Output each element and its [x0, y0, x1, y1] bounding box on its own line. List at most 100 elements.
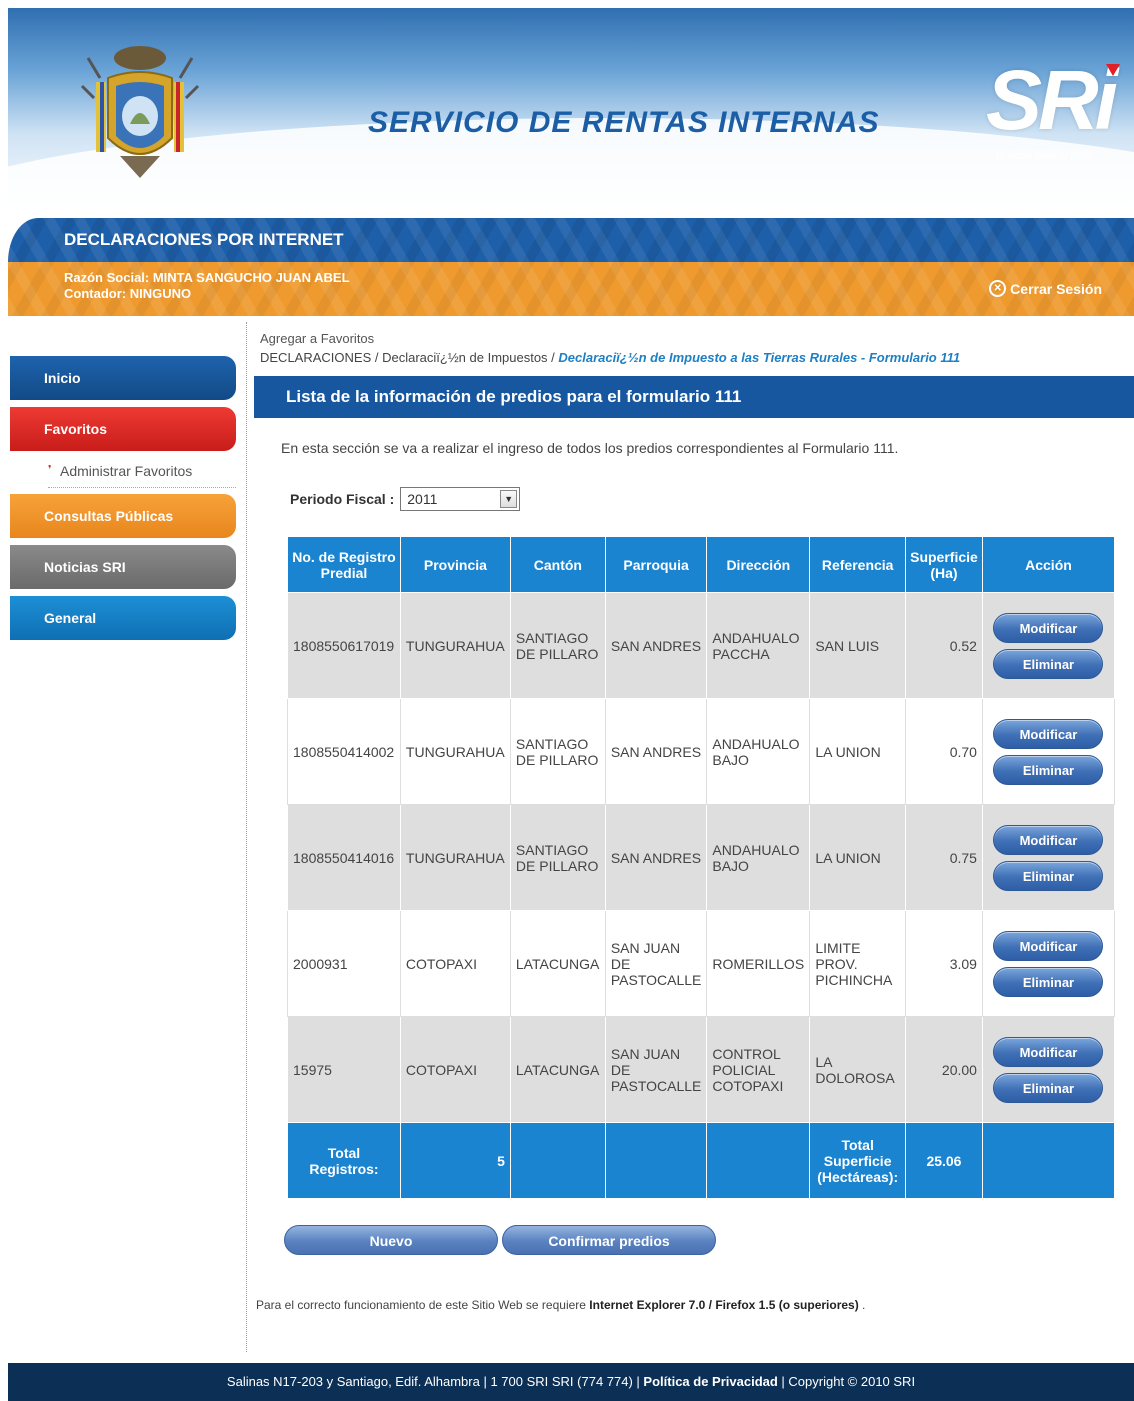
cell-parroquia: SAN JUAN DE PASTOCALLE [604, 910, 708, 1017]
total-superficie-value: 25.06 [904, 1122, 983, 1199]
footer-address: Salinas N17-203 y Santiago, Edif. Alhamb… [226, 1374, 644, 1389]
contador: Contador: NINGUNO [64, 286, 192, 301]
col-header-referencia: Referencia [809, 536, 906, 593]
col-header-provincia: Provincia [399, 536, 511, 593]
cell-registro: 1808550414016 [287, 804, 401, 911]
cell-accion: Modificar Eliminar [981, 910, 1116, 1017]
coat-of-arms-icon [80, 46, 200, 178]
sidebar-item-inicio[interactable]: Inicio [10, 356, 236, 400]
form-actions: Nuevo Confirmar predios [284, 1225, 716, 1255]
add-to-favorites-link[interactable]: Agregar a Favoritos [260, 331, 374, 346]
logout-button[interactable]: ✕ Cerrar Sesión [989, 280, 1102, 297]
cell-referencia: LA UNION [809, 698, 906, 805]
cell-provincia: COTOPAXI [399, 910, 511, 1017]
sidebar-item-label: General [44, 610, 97, 626]
breadcrumb-current: Declaraciï¿½n de Impuesto a las Tierras … [558, 350, 961, 365]
sidebar-item-noticias[interactable]: Noticias SRI [10, 545, 236, 589]
section-intro: En esta sección se va a realizar el ingr… [281, 440, 899, 456]
col-header-parroquia: Parroquia [604, 536, 708, 593]
predios-table: No. de Registro Predial Provincia Cantón… [287, 536, 1116, 1199]
chevron-down-icon[interactable]: ▼ [500, 490, 518, 508]
logout-label: Cerrar Sesión [1010, 280, 1102, 297]
table-row: 15975 COTOPAXI LATACUNGA SAN JUAN DE PAS… [287, 1016, 1116, 1123]
cell-direccion: ANDAHUALO BAJO [706, 698, 811, 805]
confirm-predios-button[interactable]: Confirmar predios [502, 1225, 716, 1255]
period-select[interactable]: 2011 ▼ [400, 487, 521, 511]
sidebar-item-general[interactable]: General [10, 596, 236, 640]
sri-logo-tagline: te hace bien al país [996, 150, 1092, 162]
empty-cell [604, 1122, 708, 1199]
empty-cell [981, 1122, 1116, 1199]
breadcrumb-root[interactable]: DECLARACIONES [260, 350, 371, 365]
privacy-link[interactable]: Política de Privacidad [643, 1374, 777, 1389]
sidebar-item-favoritos[interactable]: Favoritos [10, 407, 236, 451]
sri-logo[interactable]: SRi te hace bien al país [976, 52, 1120, 172]
total-registros-label: Total Registros: [287, 1122, 401, 1199]
cell-superficie: 20.00 [904, 1016, 983, 1123]
cell-referencia: SAN LUIS [809, 592, 906, 699]
razon-social: Razón Social: MINTA SANGUCHO JUAN ABEL [64, 270, 350, 285]
table-header-row: No. de Registro Predial Provincia Cantón… [287, 536, 1116, 593]
note-text: Para el correcto funcionamiento de este … [256, 1298, 590, 1312]
sidebar-item-label: Administrar Favoritos [60, 462, 193, 479]
cell-accion: Modificar Eliminar [981, 1016, 1116, 1123]
user-info-band: Razón Social: MINTA SANGUCHO JUAN ABEL C… [8, 262, 1134, 316]
breadcrumb-level2[interactable]: Declaraciï¿½n de Impuestos [382, 350, 547, 365]
sidebar-item-consultas-publicas[interactable]: Consultas Públicas [10, 494, 236, 538]
cell-direccion: ANDAHUALO PACCHA [706, 592, 811, 699]
cell-canton: LATACUNGA [509, 910, 606, 1017]
cell-registro: 1808550617019 [287, 592, 401, 699]
modify-button[interactable]: Modificar [993, 824, 1104, 855]
period-label: Periodo Fiscal : [290, 491, 395, 507]
cell-direccion: ROMERILLOS [706, 910, 811, 1017]
empty-cell [509, 1122, 606, 1199]
breadcrumb: DECLARACIONES / Declaraciï¿½n de Impuest… [260, 350, 960, 365]
cell-provincia: TUNGURAHUA [399, 804, 511, 911]
cell-canton: LATACUNGA [509, 1016, 606, 1123]
table-row: 2000931 COTOPAXI LATACUNGA SAN JUAN DE P… [287, 910, 1116, 1017]
cell-registro: 15975 [287, 1016, 401, 1123]
total-registros-value: 5 [399, 1122, 511, 1199]
col-header-direccion: Dirección [706, 536, 811, 593]
sidebar-item-label: Noticias SRI [44, 559, 126, 575]
cell-parroquia: SAN ANDRES [604, 698, 708, 805]
cell-parroquia: SAN JUAN DE PASTOCALLE [604, 1016, 708, 1123]
delete-button[interactable]: Eliminar [993, 648, 1104, 679]
modify-button[interactable]: Modificar [993, 930, 1104, 961]
band-title: DECLARACIONES POR INTERNET [64, 230, 344, 249]
sidebar-menu: Inicio Favoritos ❜ Administrar Favoritos… [10, 356, 236, 647]
logo-accent-icon [1106, 64, 1120, 76]
table-row: 1808550617019 TUNGURAHUA SANTIAGO DE PIL… [287, 592, 1116, 699]
cell-referencia: LA DOLOROSA [809, 1016, 906, 1123]
delete-button[interactable]: Eliminar [993, 1072, 1104, 1103]
note-end: . [858, 1298, 866, 1312]
sidebar-item-label: Inicio [44, 370, 81, 386]
modify-button[interactable]: Modificar [993, 1036, 1104, 1067]
cell-registro: 1808550414002 [287, 698, 401, 805]
table-total-row: Total Registros: 5 Total Superficie (Hec… [287, 1122, 1116, 1199]
cell-direccion: CONTROL POLICIAL COTOPAXI [706, 1016, 811, 1123]
cell-accion: Modificar Eliminar [981, 592, 1116, 699]
cell-registro: 2000931 [287, 910, 401, 1017]
cell-canton: SANTIAGO DE PILLARO [509, 592, 606, 699]
delete-button[interactable]: Eliminar [993, 754, 1104, 785]
section-title: Lista de la información de predios para … [254, 376, 1134, 418]
modify-button[interactable]: Modificar [993, 612, 1104, 643]
cell-provincia: TUNGURAHUA [399, 698, 511, 805]
site-footer: Salinas N17-203 y Santiago, Edif. Alhamb… [8, 1363, 1134, 1401]
new-button[interactable]: Nuevo [284, 1225, 498, 1255]
empty-cell [706, 1122, 811, 1199]
sidebar-item-administrar-favoritos[interactable]: ❜ Administrar Favoritos [48, 454, 236, 488]
table-row: 1808550414002 TUNGURAHUA SANTIAGO DE PIL… [287, 698, 1116, 805]
modify-button[interactable]: Modificar [993, 718, 1104, 749]
sri-logo-text: SRi [986, 53, 1118, 147]
browser-note: Para el correcto funcionamiento de este … [256, 1298, 865, 1312]
vertical-divider [246, 322, 247, 1352]
site-title: SERVICIO DE RENTAS INTERNAS [368, 106, 880, 139]
cell-provincia: COTOPAXI [399, 1016, 511, 1123]
breadcrumb-sep: / [371, 350, 383, 365]
col-header-canton: Cantón [509, 536, 606, 593]
delete-button[interactable]: Eliminar [993, 966, 1104, 997]
period-filter: Periodo Fiscal : 2011 ▼ [290, 487, 521, 511]
delete-button[interactable]: Eliminar [993, 860, 1104, 891]
